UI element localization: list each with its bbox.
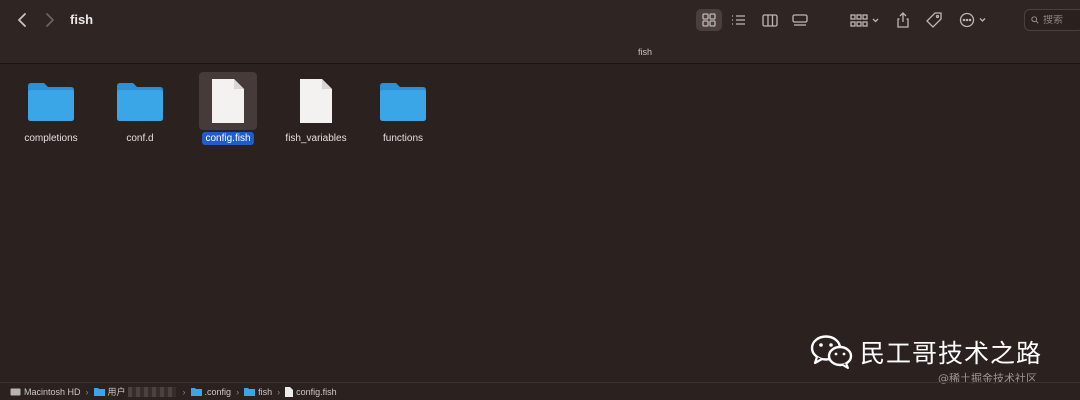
more-button[interactable] (958, 9, 990, 31)
forward-button[interactable] (40, 10, 60, 30)
crumb-label: 用户 (107, 387, 126, 397)
file-label: fish_variables (285, 133, 347, 144)
hard-disk-icon (10, 388, 21, 395)
crumb-fish[interactable]: fish (244, 387, 272, 397)
share-icon (897, 12, 909, 28)
group-button[interactable] (848, 9, 882, 31)
redacted-username (127, 386, 176, 397)
wechat-icon (810, 335, 853, 369)
crumb-label: Macintosh HD (24, 386, 81, 397)
document-icon (287, 72, 345, 130)
grid-view-button[interactable] (696, 9, 722, 31)
file-label: config.fish (202, 132, 254, 145)
search-icon (1031, 16, 1039, 24)
list-view-icon (731, 15, 745, 25)
tag-button[interactable] (924, 9, 944, 31)
crumb-config[interactable]: .config (190, 386, 232, 397)
share-button[interactable] (893, 9, 913, 31)
folder-path-title: fish (637, 47, 652, 57)
search-field[interactable] (1024, 9, 1080, 31)
document-icon (285, 386, 294, 397)
document-icon (199, 72, 257, 130)
tag-icon (926, 12, 942, 28)
file-item-config-fish[interactable]: config.fish (188, 72, 268, 148)
more-icon (959, 12, 986, 28)
chevron-right-icon: › (85, 386, 89, 397)
back-button[interactable] (12, 10, 32, 30)
folder-item-functions[interactable]: functions (363, 72, 443, 148)
list-view-button[interactable] (726, 9, 750, 31)
gallery-view-icon (792, 13, 808, 26)
crumb-file[interactable]: config.fish (285, 386, 337, 397)
grid-view-icon (702, 13, 716, 27)
watermark-text: 民工哥技术之路 (860, 339, 1043, 368)
folder-item-completions[interactable]: completions (11, 72, 91, 148)
folder-item-conf-d[interactable]: conf.d (100, 72, 180, 148)
window-title: fish (70, 12, 94, 27)
search-input[interactable] (1043, 14, 1080, 26)
folder-icon (190, 388, 202, 396)
crumb-label: fish (258, 386, 273, 397)
watermark: 民工哥技术之路 (810, 334, 1042, 370)
group-icon (850, 13, 879, 27)
folder-icon (93, 388, 105, 396)
path-bar: Macintosh HD › 用户 › .config › fish › con… (0, 382, 1080, 400)
folder-icon (22, 72, 80, 130)
crumb-disk[interactable]: Macintosh HD (10, 387, 81, 397)
chevron-right-icon: › (182, 386, 186, 397)
back-icon (18, 13, 26, 27)
chevron-right-icon: › (236, 386, 240, 397)
folder-icon (111, 72, 169, 130)
crumb-users[interactable]: 用户 (93, 385, 126, 398)
folder-icon (244, 388, 256, 396)
crumb-label: .config (204, 386, 232, 397)
crumb-label: config.fish (296, 386, 337, 397)
file-label: conf.d (126, 133, 154, 144)
file-label: completions (24, 133, 78, 144)
chevron-right-icon: › (277, 386, 281, 397)
forward-icon (46, 13, 54, 27)
file-item-fish-variables[interactable]: fish_variables (276, 72, 356, 148)
column-view-button[interactable] (758, 9, 782, 31)
gallery-view-button[interactable] (788, 9, 812, 31)
file-label: functions (382, 133, 424, 144)
toolbar: fish fish (0, 0, 1080, 64)
column-view-icon (762, 13, 778, 27)
folder-icon (374, 72, 432, 130)
